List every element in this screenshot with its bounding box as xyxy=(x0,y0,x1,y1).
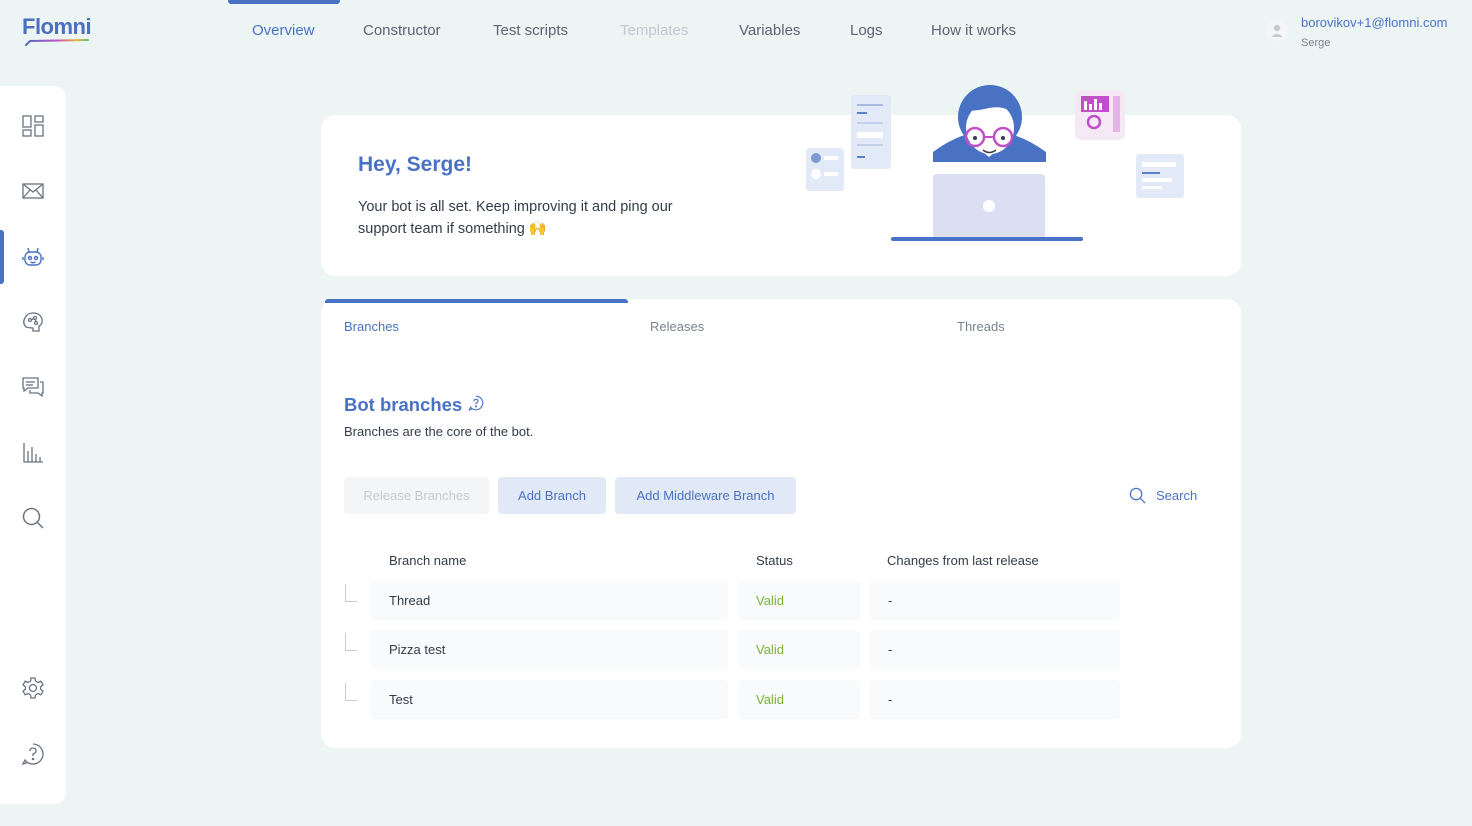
brain-icon xyxy=(23,312,43,332)
tab-test-scripts[interactable]: Test scripts xyxy=(493,0,568,60)
tab-templates: Templates xyxy=(620,22,689,39)
table-row[interactable]: Test Valid - xyxy=(321,680,1241,720)
tab-constructor[interactable]: Constructor xyxy=(363,0,441,60)
help-icon xyxy=(21,743,44,766)
search-icon xyxy=(22,507,44,529)
sidebar-item-brain[interactable] xyxy=(0,295,66,349)
branches-card: Branches Releases Threads Bot branches B… xyxy=(321,299,1241,748)
mail-icon xyxy=(22,183,44,199)
table-row[interactable]: Thread Valid - xyxy=(321,581,1241,621)
tab-variables[interactable]: Variables xyxy=(739,0,800,60)
add-middleware-branch-button[interactable]: Add Middleware Branch xyxy=(615,477,796,514)
tab-branches[interactable]: Branches xyxy=(344,319,399,334)
sidebar-item-bot[interactable] xyxy=(0,230,66,284)
tree-connector xyxy=(345,683,357,701)
sidebar-item-analytics[interactable] xyxy=(0,426,66,480)
sidebar-item-mail[interactable] xyxy=(0,164,66,218)
welcome-card: Hey, Serge! Your bot is all set. Keep im… xyxy=(321,85,1241,276)
dashboard-icon xyxy=(22,115,44,137)
tab-overview[interactable]: Overview xyxy=(252,0,315,60)
question-icon[interactable] xyxy=(468,395,484,411)
search-icon xyxy=(1129,487,1146,503)
section-title: Bot branches xyxy=(344,394,463,415)
chat-icon xyxy=(22,377,44,398)
changes-cell: - xyxy=(870,680,1120,719)
sidebar-item-settings[interactable] xyxy=(0,661,66,715)
search-button[interactable]: Search xyxy=(1129,485,1197,505)
user-email[interactable]: borovikov+1@flomni.com xyxy=(1301,15,1448,30)
sidebar xyxy=(0,86,66,804)
sidebar-item-chats[interactable] xyxy=(0,360,66,414)
table-row[interactable]: Pizza test Valid - xyxy=(321,630,1241,670)
tab-releases[interactable]: Releases xyxy=(650,319,704,334)
avatar[interactable] xyxy=(1266,20,1288,42)
sidebar-item-help[interactable] xyxy=(0,727,66,781)
user-name: Serge xyxy=(1301,37,1331,49)
search-label: Search xyxy=(1156,487,1198,503)
branch-name-cell[interactable]: Thread xyxy=(371,581,728,620)
section-subtitle: Branches are the core of the bot. xyxy=(344,424,534,439)
sidebar-item-dashboard[interactable] xyxy=(0,99,66,153)
sidebar-item-search[interactable] xyxy=(0,491,66,545)
add-branch-button[interactable]: Add Branch xyxy=(498,477,606,514)
changes-cell: - xyxy=(870,581,1120,620)
branch-name-cell[interactable]: Pizza test xyxy=(371,630,728,669)
status-cell: Valid xyxy=(739,680,860,719)
column-header-branch-name: Branch name xyxy=(389,553,467,568)
tab-threads[interactable]: Threads xyxy=(957,319,1005,334)
column-header-status: Status xyxy=(756,553,793,568)
content-tab-indicator xyxy=(325,299,628,303)
status-cell: Valid xyxy=(739,581,860,620)
app-logo[interactable]: Flomni xyxy=(22,14,92,40)
changes-cell: - xyxy=(870,630,1120,669)
welcome-greeting: Hey, Serge! xyxy=(358,153,472,176)
release-branches-button: Release Branches xyxy=(344,477,489,514)
tab-logs[interactable]: Logs xyxy=(850,0,883,60)
logo-swoosh xyxy=(25,39,89,46)
branch-name-cell[interactable]: Test xyxy=(371,680,728,719)
developer-illustration xyxy=(806,85,1184,241)
settings-icon xyxy=(22,677,44,699)
chart-icon xyxy=(23,443,43,463)
tree-connector xyxy=(345,633,357,651)
user-icon xyxy=(1271,24,1283,37)
bot-icon xyxy=(22,247,44,266)
column-header-changes: Changes from last release xyxy=(887,553,1039,568)
tab-how-it-works[interactable]: How it works xyxy=(931,0,1016,60)
welcome-message: Your bot is all set. Keep improving it a… xyxy=(358,199,673,237)
status-cell: Valid xyxy=(739,630,860,669)
tree-connector xyxy=(345,584,357,602)
